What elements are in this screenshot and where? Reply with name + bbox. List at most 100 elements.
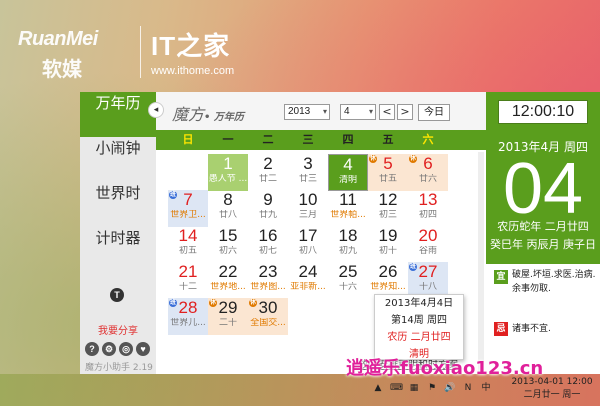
day-lunar: 二十 [218,318,237,328]
lunar-info: 农历蛇年 二月廿四 癸巳年 丙辰月 庚子日 [486,218,600,254]
day-number: 14 [178,226,198,245]
settings-icon[interactable]: ⚙ [102,342,116,356]
calendar-day[interactable]: 17 初八 [288,226,328,263]
weekday-sun: 日 [182,133,194,146]
share-link[interactable]: 我要分享 [80,322,156,337]
calendar-day[interactable]: 16 初七 [248,226,288,263]
calendar-day[interactable]: 休 29 二十 [208,298,248,335]
day-number: 15 [218,226,238,245]
keyboard-icon[interactable]: ⌨ [390,382,403,394]
calendar-day[interactable]: 21 十二 [168,262,208,299]
next-month-button[interactable]: > [397,104,413,120]
ruanmei-logo: RuanMei 软媒 [18,28,98,82]
help-icon[interactable]: ? [85,342,99,356]
calendar-day[interactable]: 12 初三 [368,190,408,227]
day-lunar: 初六 [218,246,237,256]
sidebar-item-alarm[interactable]: 小闹钟 [80,137,156,182]
day-number: 20 [418,226,438,245]
day-lunar: 廿九 [258,210,277,220]
calendar-day[interactable]: 8 廿八 [208,190,248,227]
calendar-day[interactable]: 2 廿二 [248,154,288,191]
logo-it: IT之家 [151,31,231,61]
weekday-wed: 三 [302,133,314,146]
month-select[interactable]: 4 ▾ [340,104,376,120]
calendar-day[interactable]: 1 愚人节 ... [208,154,248,191]
volume-icon[interactable]: 🔊 [444,382,456,394]
tshirt-icon[interactable]: T [110,288,124,302]
show-hidden-icon[interactable]: ▲ [372,382,384,394]
workday-badge-icon: 班 [409,263,417,271]
tooltip-lunar: 农历 二月廿四 [387,332,451,343]
weekday-thu: 四 [342,133,354,146]
day-lunar: 清明 [338,175,357,185]
weekday-fri: 五 [382,133,394,146]
holiday-badge-icon: 休 [209,299,217,307]
scrollbar[interactable] [478,152,484,372]
flag-icon[interactable]: ⚑ [426,382,438,394]
collapse-arrow-icon[interactable]: ◂ [148,102,164,118]
system-tray: ▲ ⌨ ▦ ⚑ 🔊 N 中 [372,382,492,394]
sidebar-item-worldtime[interactable]: 世界时 [80,182,156,227]
calendar-day[interactable]: 休 6 廿六 [408,154,448,191]
calendar-day[interactable]: 班 28 世界儿... [168,298,208,335]
calendar-day[interactable]: 25 十六 [328,262,368,299]
toolbar: ◂ 魔方• 万年历 2013 ▾ 4 ▾ < > 今日 [148,92,486,130]
day-lunar: 十六 [338,282,357,292]
calendar-day[interactable]: 15 初六 [208,226,248,263]
calendar-day[interactable]: 班 7 世界卫... [168,190,208,227]
calendar-day[interactable]: 14 初五 [168,226,208,263]
lunar-line-2: 癸巳年 丙辰月 庚子日 [490,238,596,251]
day-lunar: 世界图... [250,282,286,292]
today-button[interactable]: 今日 [418,104,450,121]
calendar-day[interactable]: 24 亚非新... [288,262,328,299]
calendar-day[interactable]: 20 谷雨 [408,226,448,263]
prev-month-button[interactable]: < [379,104,395,120]
day-lunar: 三月 [298,210,317,220]
ji-text: 诸事不宜. [512,324,551,334]
day-lunar: 初七 [258,246,277,256]
sidebar-item-timer[interactable]: 计时器 [80,227,156,272]
network-icon[interactable]: N [462,382,474,394]
day-number: 23 [258,262,278,281]
calendar-day[interactable]: 11 世界帕... [328,190,368,227]
year-value: 2013 [288,106,311,117]
grid-icon[interactable]: ▦ [408,382,420,394]
calendar-day[interactable]: 23 世界图... [248,262,288,299]
year-select[interactable]: 2013 ▾ [284,104,330,120]
day-lunar: 廿八 [218,210,237,220]
calendar-day[interactable]: 22 世界地... [208,262,248,299]
day-number: 2 [263,154,273,173]
calendar-day[interactable]: 10 三月 [288,190,328,227]
logo-url: www.ithome.com [151,65,235,77]
holiday-badge-icon: 休 [369,155,377,163]
day-number: 9 [263,190,273,209]
weekday-mon: 一 [222,133,234,146]
calendar-day[interactable]: 休 30 全国交... [248,298,288,335]
day-lunar: 世界地... [210,282,246,292]
day-number: 16 [258,226,278,245]
weekday-header: 日 一 二 三 四 五 六 [156,130,486,150]
day-number: 18 [338,226,358,245]
calendar-day[interactable]: 13 初四 [408,190,448,227]
calendar-day[interactable]: 休 5 廿五 [368,154,408,191]
ime-icon[interactable]: 中 [480,382,492,394]
day-number: 3 [303,154,313,173]
calendar-day[interactable]: 18 初九 [328,226,368,263]
calendar-day[interactable]: 3 廿三 [288,154,328,191]
chevron-down-icon: ▾ [322,107,327,116]
calendar-day[interactable]: 19 初十 [368,226,408,263]
calendar-day[interactable]: 9 廿九 [248,190,288,227]
day-lunar: 亚非新... [290,282,326,292]
calendar-day[interactable]: 4 清明 [328,154,368,191]
big-day-number: 04 [502,149,584,229]
chevron-down-icon: ▾ [368,107,373,116]
sidebar-item-calendar[interactable]: 万年历 [80,92,156,137]
day-number: 25 [338,262,358,281]
heart-icon[interactable]: ♥ [136,342,150,356]
clock-display: 12:00:10 [498,100,588,124]
skin-icon[interactable]: ◎ [119,342,133,356]
ithome-logo: IT之家 www.ithome.com [140,26,234,78]
weekday-tue: 二 [262,133,274,146]
month-value: 4 [344,106,350,117]
day-lunar: 世界儿... [170,318,206,328]
